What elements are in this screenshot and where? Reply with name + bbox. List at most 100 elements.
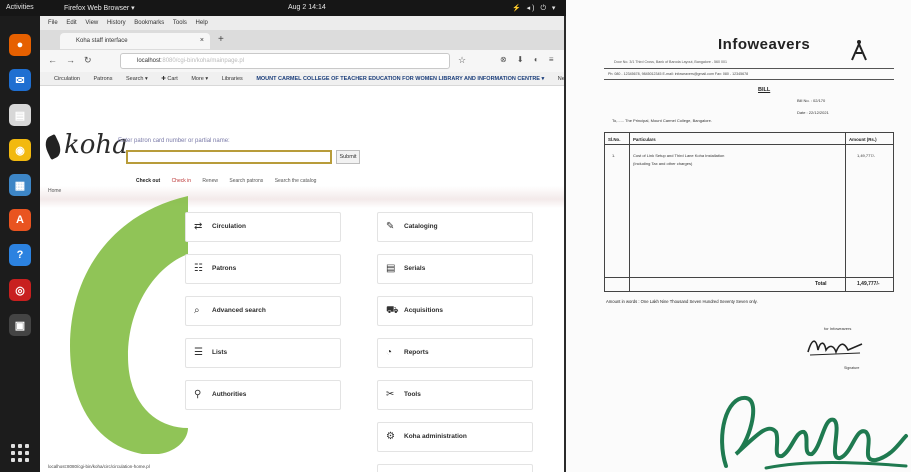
menu-help[interactable]: Help [196, 20, 208, 26]
reload-icon[interactable]: ↻ [84, 55, 92, 66]
show-applications-icon[interactable] [11, 444, 29, 462]
top-bar: Activities Firefox Web Browser ▾ Aug 2 1… [0, 0, 566, 16]
writer-icon[interactable]: ▦ [9, 174, 31, 196]
software-icon[interactable]: A [9, 209, 31, 231]
url-path: :8080/cgi-bin/koha/mainpage.pl [160, 58, 245, 64]
browser-menubar: File Edit View History Bookmarks Tools H… [40, 16, 564, 30]
module-acquisitions[interactable]: ⛟ Acquisitions [377, 296, 533, 326]
bill-recipient: To,...... The Principal, Mount Carmel Co… [612, 118, 712, 123]
menu-history[interactable]: History [107, 20, 126, 26]
company-name: Infoweavers [718, 36, 811, 53]
clock[interactable]: Aug 2 14:14 [288, 4, 326, 11]
tools-icon: ✂ [386, 389, 395, 400]
module-koha-administration[interactable]: ⚙ Koha administration [377, 422, 533, 452]
tab-title: Koha staff interface [76, 38, 128, 44]
col-particulars: Particulars [633, 137, 656, 142]
patrons-icon: ☷ [194, 263, 203, 274]
browser-window: File Edit View History Bookmarks Tools H… [40, 16, 564, 472]
bill-date: Date : 22/12/2021 [797, 110, 829, 115]
firefox-icon[interactable]: ● [9, 34, 31, 56]
bill-table: Sl.No. Particulars Amount (Rs.) 1. Cost … [604, 132, 894, 292]
module-serials[interactable]: ▤ Serials [377, 254, 533, 284]
tab-search-patrons[interactable]: Search patrons [229, 178, 263, 184]
bill-number: Bill No. : 02/170 [797, 98, 826, 103]
serials-icon: ▤ [386, 263, 396, 274]
back-icon[interactable]: ← [48, 55, 57, 65]
nav-tail[interactable]: Ne [558, 76, 564, 82]
url-bar[interactable]: localhost:8080/cgi-bin/koha/mainpage.pl [120, 53, 450, 69]
module-tools[interactable]: ✂ Tools [377, 380, 533, 410]
patron-search-input[interactable] [126, 150, 332, 164]
module-label: Cataloging [404, 223, 438, 230]
activities-button[interactable]: Activities [6, 4, 34, 11]
trash-icon[interactable]: ▣ [9, 314, 31, 336]
url-host: localhost [137, 58, 161, 64]
module-patrons[interactable]: ☷ Patrons [185, 254, 341, 284]
module-label: Reports [404, 349, 429, 356]
app-menu[interactable]: Firefox Web Browser ▾ [64, 4, 135, 12]
files-icon[interactable]: ▤ [9, 104, 31, 126]
divider [604, 68, 894, 69]
item-particulars: Cost of Link Setup and Third Lane Koha I… [633, 153, 725, 158]
module-advanced-search[interactable]: ⌕ Advanced search [185, 296, 341, 326]
nav-patrons[interactable]: Patrons [94, 76, 113, 82]
total-rule [605, 277, 893, 278]
rhythmbox-icon[interactable]: ◉ [9, 139, 31, 161]
total-label: Total [815, 281, 827, 287]
koha-logo-leaf-icon [42, 134, 64, 160]
nav-cart[interactable]: ✚ Cart [161, 76, 178, 82]
new-tab-icon[interactable]: + [218, 34, 224, 45]
breadcrumb[interactable]: Home [48, 188, 61, 194]
nav-libraries[interactable]: Libraries [222, 76, 243, 82]
tab-renew[interactable]: Renew [202, 178, 218, 184]
koha-main-page: koha Enter patron card number or partial… [40, 86, 564, 472]
module-reports[interactable]: ◔ Reports [377, 338, 533, 368]
cataloging-icon: ✎ [386, 221, 395, 232]
close-tab-icon[interactable]: × [200, 37, 204, 44]
item-particulars-note: (Including Tax and other charges) [633, 161, 693, 166]
company-contact: Ph: 080 - 12345678, 9845012345 E-mail: i… [608, 72, 749, 76]
column-rule [845, 133, 846, 291]
nav-more[interactable]: More ▾ [191, 76, 208, 82]
module-authorities[interactable]: ⚲ Authorities [185, 380, 341, 410]
module-about-koha[interactable]: ⓘAbout Koha [377, 464, 533, 472]
nav-search[interactable]: Search ▾ [126, 76, 148, 82]
thunderbird-icon[interactable]: ✉ [9, 69, 31, 91]
screenshot-icon[interactable]: ◎ [9, 279, 31, 301]
koha-logo[interactable]: koha [64, 130, 128, 160]
module-label: Advanced search [212, 307, 266, 314]
menu-view[interactable]: View [85, 20, 98, 26]
module-lists[interactable]: ☰ Lists [185, 338, 341, 368]
toolbar-icons[interactable]: ⊗ ⬇ ◐ ≡ [500, 55, 558, 64]
module-label: Koha administration [404, 433, 467, 440]
tab-koha-staff[interactable]: Koha staff interface × [60, 33, 210, 49]
tab-check-out[interactable]: Check out [136, 178, 160, 184]
bill-table-header: Sl.No. Particulars Amount (Rs.) [605, 133, 893, 145]
for-company: for Infoweavers [824, 326, 852, 331]
module-label: Authorities [212, 391, 247, 398]
company-address: Door No. 3/1 Third Cross, Bank of Baroda… [614, 60, 728, 64]
amount-in-words: Amount in words : One Lakh Nine Thousand… [606, 299, 758, 304]
tab-check-in[interactable]: Check in [172, 178, 191, 184]
tab-search-catalog[interactable]: Search the catalog [275, 178, 317, 184]
handwritten-signature [720, 396, 908, 470]
menu-bookmarks[interactable]: Bookmarks [134, 20, 164, 26]
search-label: Enter patron card number or partial name… [118, 138, 230, 144]
desktop: Activities Firefox Web Browser ▾ Aug 2 1… [0, 0, 566, 472]
module-cataloging[interactable]: ✎ Cataloging [377, 212, 533, 242]
help-icon[interactable]: ? [9, 244, 31, 266]
forward-icon[interactable]: → [66, 55, 75, 65]
menu-file[interactable]: File [48, 20, 58, 26]
browser-status-bar: localhost:8080/cgi-bin/koha/circ/circula… [48, 464, 150, 469]
menu-tools[interactable]: Tools [173, 20, 187, 26]
menu-edit[interactable]: Edit [66, 20, 76, 26]
system-tray[interactable]: ⚡ ◂) ⏻ ▾ [512, 4, 557, 13]
item-amount: 1,49,777/- [857, 153, 876, 158]
submit-button[interactable]: Submit [336, 150, 360, 164]
library-name[interactable]: MOUNT CARMEL COLLEGE OF TEACHER EDUCATIO… [256, 76, 544, 82]
nav-circulation[interactable]: Circulation [54, 76, 80, 82]
module-circulation[interactable]: ⇄ Circulation [185, 212, 341, 242]
authorized-signature [807, 340, 863, 356]
module-label: Circulation [212, 223, 246, 230]
bookmark-star-icon[interactable]: ☆ [458, 55, 466, 66]
